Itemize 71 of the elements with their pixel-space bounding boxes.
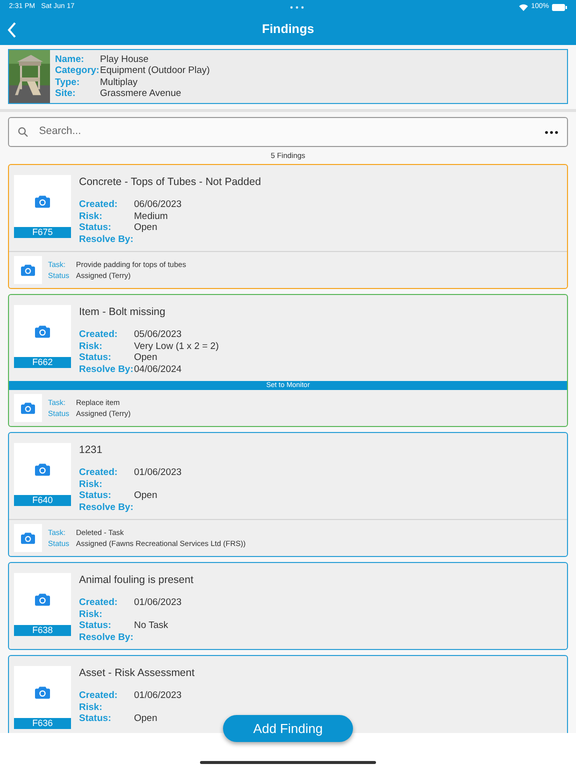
field-value: 04/06/2024 — [134, 364, 182, 376]
field-label: Status: — [79, 713, 112, 725]
asset-value: Grassmere Avenue — [100, 88, 182, 100]
field-value: Open — [134, 713, 158, 725]
field-label: Status: — [79, 620, 112, 632]
camera-icon — [35, 324, 50, 338]
field-value: 05/06/2023 — [134, 329, 182, 341]
field-label: Risk: — [79, 608, 104, 620]
field-value: Medium — [134, 210, 168, 222]
camera-icon — [35, 592, 50, 606]
field-value: Open — [134, 222, 158, 234]
field-label: Risk: — [79, 478, 104, 490]
finding-id: F638 — [14, 625, 71, 636]
field-label: Risk: — [79, 340, 104, 352]
field-label: Created: — [79, 199, 119, 211]
asset-label: Name: — [55, 54, 86, 65]
camera-icon — [35, 462, 50, 476]
asset-label: Category: — [55, 65, 100, 76]
field-label: Status: — [79, 490, 112, 502]
battery-icon — [552, 4, 567, 10]
finding-id: F662 — [14, 357, 71, 368]
asset-value: Multiplay — [100, 76, 138, 88]
finding-id: F636 — [14, 718, 71, 730]
field-label: Resolve By: — [79, 234, 134, 246]
field-value: 01/06/2023 — [134, 690, 182, 702]
field-label: Resolve By: — [79, 632, 134, 644]
field-value: Very Low (1 x 2 = 2) — [134, 340, 219, 352]
finding-title: Concrete - Tops of Tubes - Not Padded — [79, 175, 261, 190]
asset-value: Equipment (Outdoor Play) — [100, 65, 210, 76]
task-photo[interactable] — [14, 256, 42, 284]
asset-value: Play House — [100, 54, 149, 65]
field-label: Risk: — [79, 702, 104, 714]
field-value: Open — [134, 490, 158, 502]
field-value: Open — [134, 352, 158, 364]
field-value: 06/06/2023 — [134, 199, 182, 211]
more-dots-icon — [290, 6, 304, 8]
finding-id: F640 — [14, 495, 71, 506]
finding-card[interactable]: F638 Animal fouling is present Created: 01/06/2023 Risk: Status: No Task Resolve By: — [8, 562, 568, 650]
field-label: Resolve By: — [79, 364, 134, 376]
search-field[interactable]: Search... — [8, 117, 568, 147]
more-icon[interactable] — [545, 130, 558, 134]
field-value: 01/06/2023 — [134, 597, 182, 609]
camera-icon — [35, 194, 50, 208]
asset-label: Site: — [55, 88, 77, 100]
wifi-icon — [519, 4, 528, 10]
finding-title: 1231 — [79, 443, 104, 458]
field-value: No Task — [134, 620, 168, 632]
task-photo[interactable] — [14, 524, 42, 552]
field-label: Created: — [79, 690, 119, 702]
finding-title: Asset - Risk Assessment — [79, 666, 195, 680]
field-label: Resolve By: — [79, 502, 134, 514]
finding-title: Animal fouling is present — [79, 573, 194, 588]
asset-card[interactable]: Name: Play House Category:Equipment (Outdoor Play) Type: Multiplay Site: Grassmere Avenue — [8, 49, 568, 104]
finding-title: Item - Bolt missing — [79, 305, 166, 320]
camera-icon — [21, 402, 35, 414]
field-label: Status: — [79, 222, 112, 234]
camera-icon — [21, 264, 35, 276]
field-label: Created: — [79, 597, 119, 609]
field-label: Risk: — [79, 210, 104, 222]
field-label: Status: — [79, 352, 112, 364]
finding-id: F675 — [14, 227, 71, 238]
task-photo[interactable] — [14, 394, 42, 422]
search-icon — [18, 127, 28, 137]
field-label: Created: — [79, 329, 119, 341]
asset-label: Type: — [55, 76, 81, 88]
field-value: 01/06/2023 — [134, 467, 182, 479]
page-title: Findings — [262, 21, 314, 38]
field-label: Created: — [79, 467, 119, 479]
camera-icon — [21, 532, 35, 544]
search-input[interactable]: Search... — [39, 124, 545, 140]
camera-icon — [35, 686, 50, 699]
